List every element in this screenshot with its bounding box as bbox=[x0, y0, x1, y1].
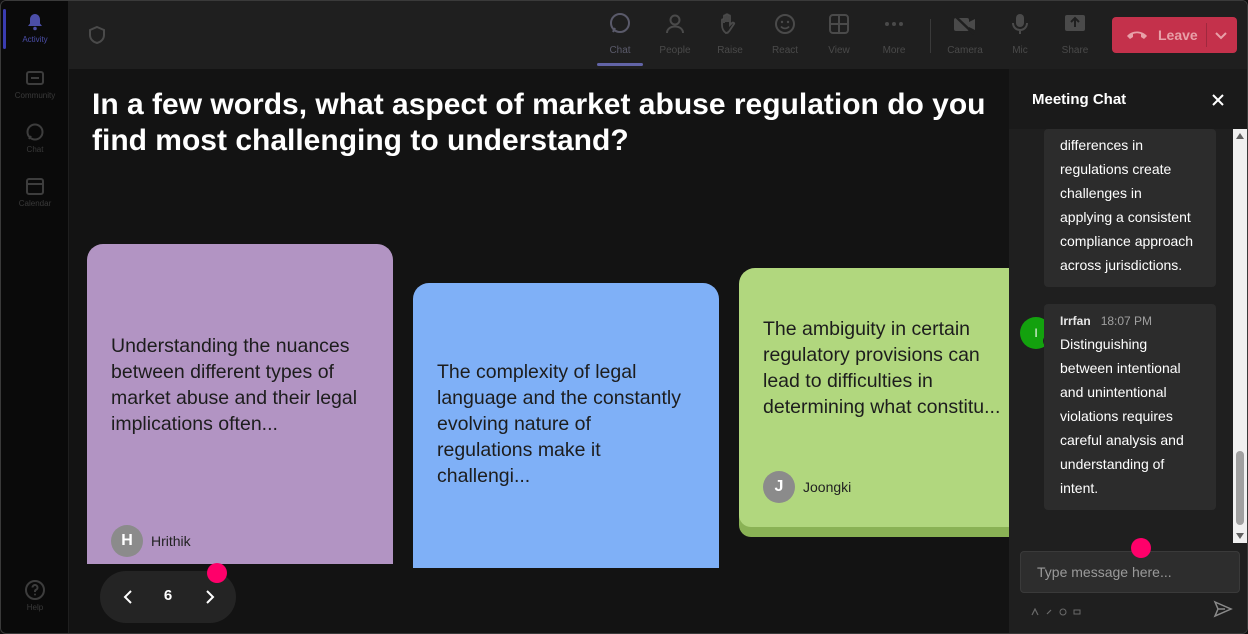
chat-message-text: differences in regulations create challe… bbox=[1060, 137, 1194, 273]
pointer-marker bbox=[207, 563, 227, 583]
camera-button-label: Camera bbox=[947, 45, 983, 56]
rail-item-label: Help bbox=[26, 603, 44, 612]
leave-split-divider bbox=[1206, 23, 1207, 47]
rail-item-calendar[interactable]: Calendar bbox=[1, 175, 69, 229]
chat-message: Irrfan 18:07 PM Distinguishing between in… bbox=[1044, 304, 1216, 510]
people-icon bbox=[662, 11, 688, 37]
response-card[interactable]: Understanding the nuances between differ… bbox=[87, 244, 393, 564]
response-card[interactable]: The complexity of legal language and the… bbox=[413, 283, 719, 568]
chat-header: Meeting Chat bbox=[1009, 69, 1247, 129]
mic-button[interactable]: Mic bbox=[994, 11, 1046, 63]
response-author: J Joongki bbox=[763, 471, 851, 503]
chevron-right-icon[interactable] bbox=[200, 587, 220, 607]
chat-icon bbox=[24, 121, 46, 143]
close-icon[interactable] bbox=[1209, 91, 1227, 109]
share-button[interactable]: Share bbox=[1049, 11, 1101, 63]
more-dots-icon bbox=[881, 11, 907, 37]
response-text: The complexity of legal language and the… bbox=[437, 361, 681, 487]
rail-item-help[interactable]: Help bbox=[1, 579, 69, 633]
meeting-window: Activity Community Chat Calendar Help Ch… bbox=[0, 0, 1248, 634]
hand-icon bbox=[717, 11, 743, 37]
toolbar-divider bbox=[930, 19, 931, 53]
chat-scrollbar[interactable] bbox=[1233, 129, 1247, 543]
mic-icon bbox=[1007, 11, 1033, 37]
chat-message-text: Distinguishing between intentional and u… bbox=[1060, 336, 1184, 496]
calendar-icon bbox=[24, 175, 46, 197]
poll-stage: In a few words, what aspect of market ab… bbox=[69, 69, 1009, 633]
pointer-marker bbox=[1131, 538, 1151, 558]
response-text: Understanding the nuances between differ… bbox=[111, 335, 358, 435]
chat-timestamp: 18:07 PM bbox=[1100, 314, 1153, 328]
avatar: J bbox=[763, 471, 795, 503]
emoji-icon[interactable] bbox=[1059, 603, 1067, 616]
chat-icon bbox=[607, 11, 633, 37]
shield-icon[interactable] bbox=[87, 25, 107, 45]
chat-message: differences in regulations create challe… bbox=[1044, 129, 1216, 287]
view-button-label: View bbox=[828, 45, 850, 56]
scrollbar-thumb[interactable] bbox=[1236, 451, 1244, 525]
format-toolbar bbox=[1031, 603, 1081, 616]
react-button[interactable]: React bbox=[759, 11, 811, 63]
react-button-label: React bbox=[771, 45, 799, 56]
attach-icon[interactable] bbox=[1045, 603, 1053, 615]
rail-item-chat[interactable]: Chat bbox=[1, 121, 69, 175]
format-icon[interactable] bbox=[1031, 603, 1039, 616]
rail-item-label: Activity bbox=[22, 35, 48, 44]
scroll-up-arrow-icon[interactable] bbox=[1236, 133, 1244, 139]
rail-item-community[interactable]: Community bbox=[1, 67, 69, 121]
rail-item-label: Calendar bbox=[18, 199, 52, 208]
response-card[interactable]: The ambiguity in certain regulatory prov… bbox=[739, 268, 1009, 527]
people-button[interactable]: People bbox=[649, 11, 701, 63]
raise-hand-label: Raise bbox=[717, 45, 743, 56]
more-button[interactable]: More bbox=[868, 11, 920, 63]
response-author: H Hrithik bbox=[111, 525, 191, 557]
view-button[interactable]: View bbox=[813, 11, 865, 63]
chat-author: Irrfan bbox=[1060, 314, 1091, 328]
meeting-chat-panel: Meeting Chat differences in regulations … bbox=[1009, 69, 1247, 633]
phone-hangup-icon bbox=[1126, 25, 1150, 45]
meeting-toolbar: Chat People Raise React View More Camera… bbox=[69, 1, 1247, 69]
avatar: H bbox=[111, 525, 143, 557]
app-rail: Activity Community Chat Calendar Help bbox=[1, 1, 69, 633]
chat-tab-indicator bbox=[597, 63, 643, 66]
share-button-label: Share bbox=[1061, 45, 1089, 56]
community-icon bbox=[24, 67, 46, 89]
grid-icon bbox=[826, 11, 852, 37]
bell-icon bbox=[24, 11, 46, 33]
poll-question: In a few words, what aspect of market ab… bbox=[92, 88, 986, 157]
scroll-down-arrow-icon[interactable] bbox=[1236, 533, 1244, 539]
author-name: Joongki bbox=[803, 479, 852, 495]
send-icon[interactable] bbox=[1213, 599, 1233, 619]
chat-title: Meeting Chat bbox=[1032, 91, 1127, 108]
rail-item-label: Community bbox=[14, 91, 56, 100]
rail-item-activity[interactable]: Activity bbox=[1, 11, 69, 65]
response-text: The ambiguity in certain regulatory prov… bbox=[763, 318, 1001, 418]
page-number: 6 bbox=[163, 587, 173, 604]
people-button-label: People bbox=[659, 45, 691, 56]
chat-button[interactable]: Chat bbox=[594, 11, 646, 63]
mic-button-label: Mic bbox=[1012, 45, 1028, 56]
camera-button[interactable]: Camera bbox=[939, 11, 991, 63]
camera-off-icon bbox=[952, 11, 978, 37]
more-button-label: More bbox=[882, 45, 906, 56]
smiley-icon bbox=[772, 11, 798, 37]
leave-button[interactable]: Leave bbox=[1112, 17, 1237, 53]
gif-icon[interactable] bbox=[1073, 603, 1081, 615]
chevron-down-icon[interactable] bbox=[1213, 27, 1229, 43]
share-screen-icon bbox=[1062, 11, 1088, 37]
message-input[interactable]: Type message here... bbox=[1020, 551, 1240, 593]
chat-button-label: Chat bbox=[609, 45, 631, 56]
chat-message-meta: Irrfan 18:07 PM bbox=[1060, 314, 1152, 328]
rail-item-label: Chat bbox=[26, 145, 44, 154]
leave-button-label: Leave bbox=[1158, 27, 1198, 43]
chevron-left-icon[interactable] bbox=[118, 587, 138, 607]
author-name: Hrithik bbox=[151, 533, 191, 549]
raise-hand-button[interactable]: Raise bbox=[704, 11, 756, 63]
help-icon bbox=[24, 579, 46, 601]
